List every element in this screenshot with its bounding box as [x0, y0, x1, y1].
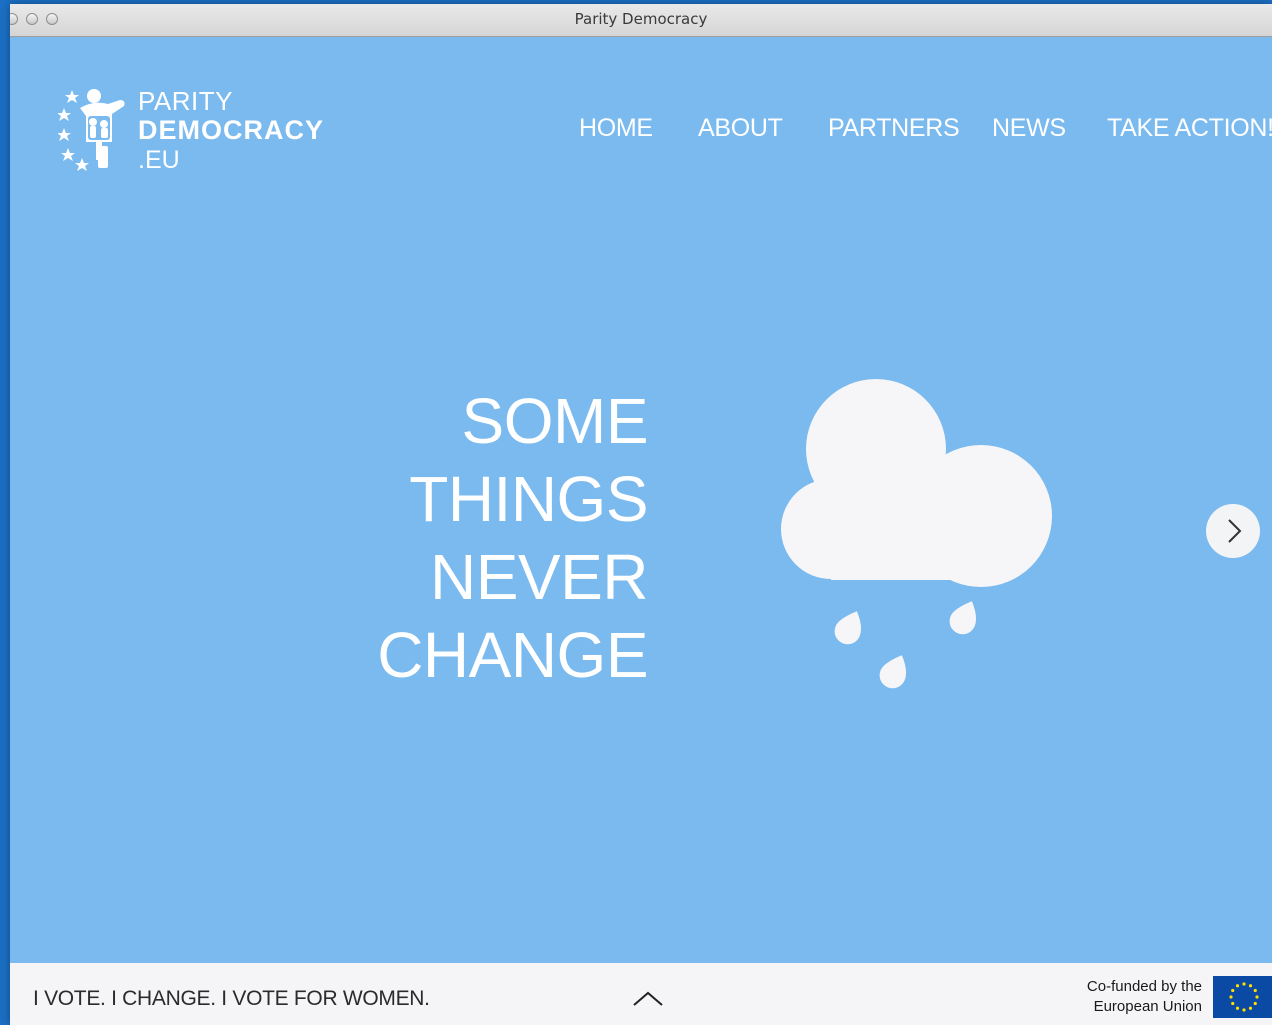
funding-line1: Co-funded by the	[1086, 978, 1202, 995]
footer-bar: I VOTE. I CHANGE. I VOTE FOR WOMEN. Co-f…	[10, 963, 1272, 1025]
rain-cloud-icon	[781, 379, 1052, 689]
window-titlebar: Parity Democracy ↗	[10, 4, 1272, 37]
eu-flag-icon	[1213, 976, 1272, 1018]
eu-star	[1229, 995, 1233, 999]
nav-partners[interactable]: PARTNERS	[828, 114, 960, 143]
eu-star	[1248, 984, 1253, 988]
hero-line: CHANGE	[377, 619, 648, 691]
campaign-slogan: I VOTE. I CHANGE. I VOTE FOR WOMEN.	[33, 987, 430, 1010]
eu-star	[1242, 1008, 1246, 1012]
eu-star	[1242, 982, 1246, 986]
nav-home[interactable]: HOME	[579, 114, 653, 143]
eu-funding-text: Co-funded by the European Union	[1087, 977, 1202, 1017]
nav-news[interactable]: NEWS	[992, 114, 1066, 143]
eu-star	[1235, 984, 1240, 988]
hero-line: SOME	[461, 385, 649, 457]
chevron-up-icon[interactable]	[630, 987, 666, 1009]
eu-star	[1235, 1006, 1240, 1010]
nav-take-action[interactable]: TAKE ACTION!	[1107, 114, 1272, 143]
eu-star	[1231, 1001, 1235, 1006]
main-nav: HOME ABOUT PARTNERS NEWS TAKE ACTION!	[10, 114, 1272, 154]
eu-star	[1231, 988, 1235, 993]
logo-text-parity: PARITY	[138, 86, 233, 116]
slider-next-button[interactable]	[1206, 504, 1260, 558]
eu-star	[1255, 995, 1259, 999]
browser-window: Parity Democracy ↗	[10, 4, 1272, 1025]
hero-headline: SOME THINGS NEVER CHANGE	[310, 382, 648, 694]
hero-line: NEVER	[430, 541, 649, 613]
eu-star	[1253, 988, 1257, 993]
nav-about[interactable]: ABOUT	[698, 114, 783, 143]
eu-star	[1253, 1001, 1257, 1006]
hero-line: THINGS	[409, 463, 648, 535]
funding-line2: European Union	[1093, 998, 1202, 1015]
window-title: Parity Democracy	[574, 10, 708, 28]
eu-star	[1248, 1006, 1253, 1010]
chevron-right-icon	[1228, 519, 1242, 543]
